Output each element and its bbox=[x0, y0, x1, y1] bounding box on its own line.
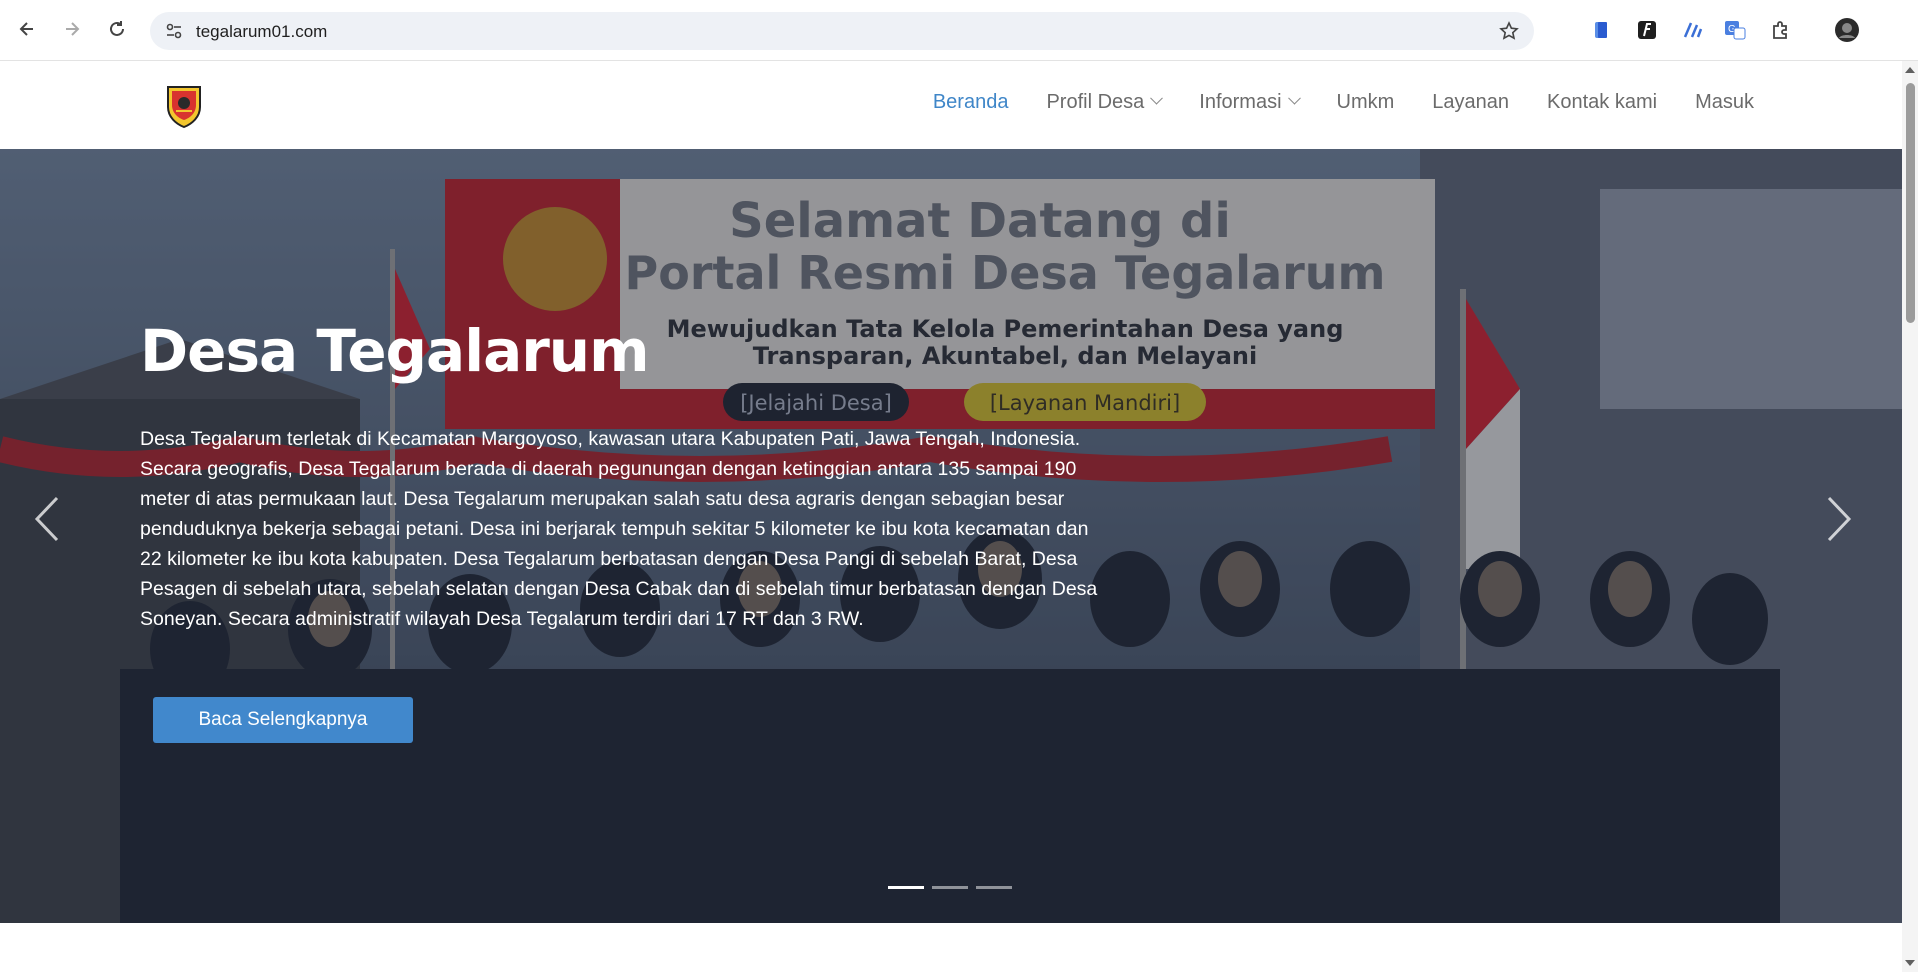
address-bar[interactable]: tegalarum01.com bbox=[150, 12, 1534, 50]
site-settings-icon[interactable] bbox=[164, 21, 184, 41]
scrollbar-thumb[interactable] bbox=[1906, 83, 1915, 323]
nav-layanan[interactable]: Layanan bbox=[1432, 91, 1509, 114]
nav-profil-desa[interactable]: Profil Desa bbox=[1046, 91, 1164, 114]
scroll-down-arrow-icon[interactable] bbox=[1905, 960, 1915, 966]
nav-label: Layanan bbox=[1432, 91, 1510, 113]
hero-description: Desa Tegalarum terletak di Kecamatan Mar… bbox=[140, 428, 1098, 630]
extension-font-icon[interactable] bbox=[1634, 17, 1660, 43]
reload-icon[interactable] bbox=[102, 14, 132, 44]
url-text: tegalarum01.com bbox=[196, 22, 328, 41]
back-icon[interactable] bbox=[12, 14, 42, 44]
carousel-indicators bbox=[888, 886, 1012, 889]
carousel-prev-icon[interactable] bbox=[24, 489, 68, 549]
hero-carousel: Selamat Datang di Portal Resmi Desa Tega… bbox=[0, 149, 1902, 923]
extension-chart-icon[interactable] bbox=[1680, 17, 1706, 43]
carousel-indicator-3[interactable] bbox=[976, 886, 1012, 889]
page-scrollbar[interactable] bbox=[1902, 61, 1918, 972]
nav-masuk[interactable]: Masuk bbox=[1695, 91, 1754, 114]
scroll-up-arrow-icon[interactable] bbox=[1905, 67, 1915, 73]
hero-title: Desa Tegalarum bbox=[140, 317, 650, 385]
nav-label: Masuk bbox=[1695, 91, 1754, 113]
main-nav: Beranda Profil Desa Informasi Umkm Layan… bbox=[895, 91, 1754, 114]
nav-umkm[interactable]: Umkm bbox=[1337, 91, 1395, 114]
carousel-indicator-2[interactable] bbox=[932, 886, 968, 889]
nav-informasi[interactable]: Informasi bbox=[1199, 91, 1301, 114]
nav-beranda[interactable]: Beranda bbox=[933, 91, 1009, 114]
translate-icon[interactable]: G bbox=[1722, 17, 1748, 43]
carousel-indicator-1[interactable] bbox=[888, 886, 924, 889]
read-more-button[interactable]: Baca Selengkapnya bbox=[153, 697, 413, 743]
extensions-puzzle-icon[interactable] bbox=[1768, 17, 1794, 43]
nav-label: Informasi bbox=[1199, 91, 1282, 113]
browser-toolbar: tegalarum01.com G bbox=[0, 0, 1918, 61]
chevron-down-icon bbox=[1150, 91, 1164, 105]
forward-icon[interactable] bbox=[57, 14, 87, 44]
nav-kontak-kami[interactable]: Kontak kami bbox=[1547, 91, 1657, 114]
chevron-down-icon bbox=[1287, 91, 1301, 105]
nav-label: Beranda bbox=[932, 91, 1009, 113]
nav-label: Umkm bbox=[1336, 91, 1395, 113]
extension-doc-icon[interactable] bbox=[1588, 17, 1614, 43]
nav-label: Profil Desa bbox=[1046, 91, 1145, 113]
site-header: Beranda Profil Desa Informasi Umkm Layan… bbox=[0, 61, 1902, 149]
carousel-next-icon[interactable] bbox=[1818, 489, 1862, 549]
profile-avatar[interactable] bbox=[1834, 17, 1860, 43]
nav-label: Kontak kami bbox=[1547, 91, 1658, 113]
village-logo[interactable] bbox=[164, 81, 204, 129]
bookmark-star-icon[interactable] bbox=[1498, 20, 1520, 42]
